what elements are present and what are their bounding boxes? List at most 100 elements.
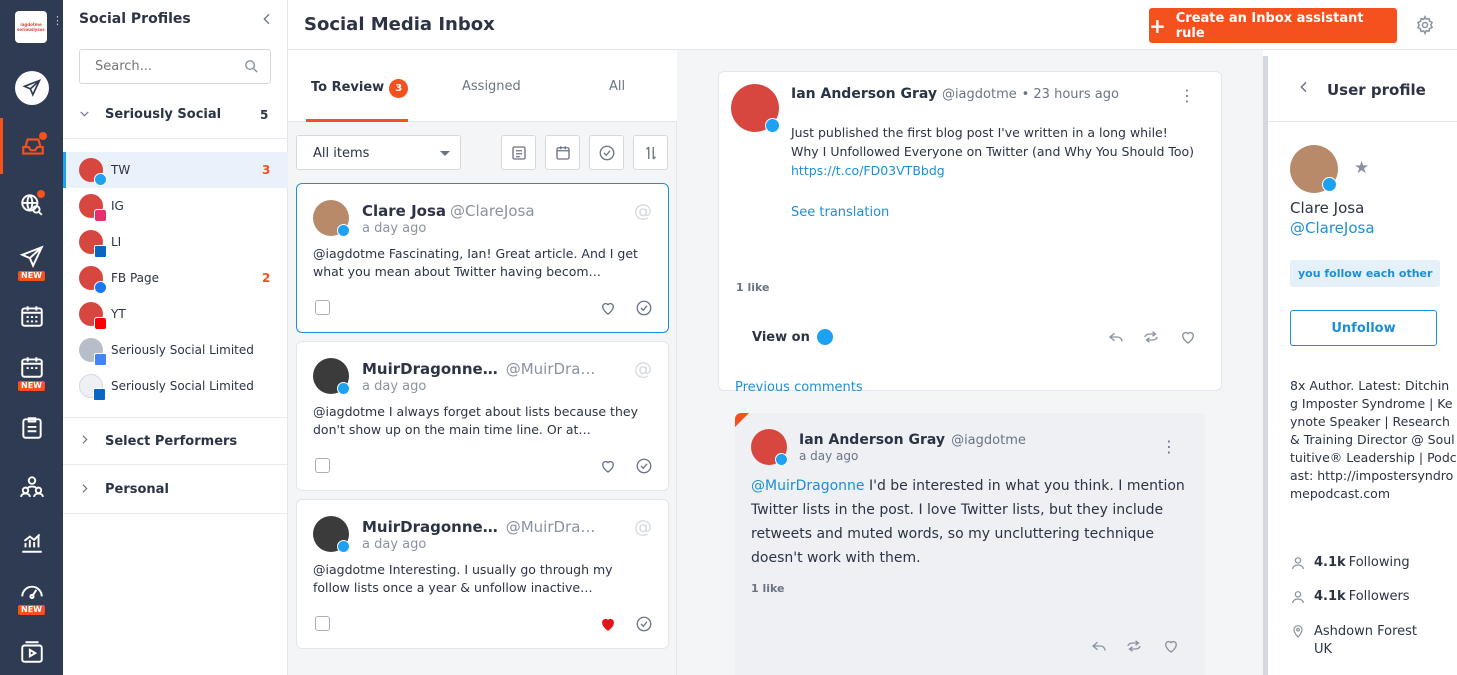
rail-tasks[interactable] [0,400,63,456]
card-time: a day ago [362,379,427,394]
card-time: a day ago [362,537,427,552]
google-business-icon [94,353,107,366]
unfollow-button[interactable]: Unfollow [1290,310,1437,346]
card-time: a day ago [362,221,427,236]
date-filter-button[interactable] [545,135,580,170]
tab-to-review[interactable]: To Review 3 [311,79,409,98]
profile-item-seriously-social-google[interactable]: Seriously Social Limited [63,332,288,368]
mark-all-done-button[interactable] [589,135,624,170]
post-likes: 1 like [736,281,770,294]
rail-reports[interactable] [0,514,63,570]
post-menu-icon[interactable]: ⋮ [1179,86,1195,105]
app-logo[interactable]: iagdotme seriouslysocial [15,11,47,43]
group-personal[interactable]: Personal [63,466,288,514]
card-handle: @ClareJosa [450,202,535,220]
comment-menu-icon[interactable]: ⋮ [1161,437,1177,456]
items-filter-select[interactable]: All items [296,135,461,170]
avatar [79,338,107,366]
location-pin-icon [1293,625,1303,638]
card-text: @iagdotme Fascinating, Ian! Great articl… [313,246,638,279]
filter-options-button[interactable] [501,135,536,170]
group-select-performers[interactable]: Select Performers [63,417,288,465]
following-stat: 4.1k Following [1290,555,1410,571]
profile-item-tw[interactable]: TW 3 [63,152,288,188]
tab-assigned[interactable]: Assigned [462,79,521,94]
heart-filled-icon[interactable] [599,615,617,633]
avatar [79,194,107,222]
check-circle-icon[interactable] [635,615,653,633]
card-checkbox[interactable] [315,458,330,473]
inbox-tabs: To Review 3 Assigned All [288,50,677,122]
inbox-card[interactable]: MuirDragonne… @MuirDra… a day ago @ @iagd… [296,499,669,649]
post-line-2: Why I Unfollowed Everyone on Twitter (an… [791,144,1195,159]
heart-icon[interactable] [1179,328,1197,346]
create-inbox-rule-button[interactable]: + Create an Inbox assistant rule [1149,8,1397,43]
card-checkbox[interactable] [315,616,330,631]
profile-item-yt[interactable]: YT [63,296,288,332]
reply-icon[interactable] [1090,637,1108,655]
card-handle: @MuirDra… [505,518,596,536]
profile-name: Seriously Social Limited [111,343,254,357]
calendar-icon [555,145,570,160]
user-profile-header: User profile [1268,72,1457,122]
profile-name: YT [111,307,126,321]
youtube-icon [94,317,107,330]
retweet-icon[interactable] [1142,328,1160,346]
comment-mention-link[interactable]: @MuirDragonne [751,478,865,494]
card-checkbox[interactable] [315,300,330,315]
bar-chart-icon [21,533,42,553]
inbox-card[interactable]: MuirDragonne… @MuirDra… a day ago @ @iagd… [296,341,669,491]
previous-comments-link[interactable]: Previous comments [735,380,863,395]
view-on-twitter-link[interactable]: View on [752,329,833,345]
rail-inbox[interactable] [0,118,63,174]
profile-item-ig[interactable]: IG [63,188,288,224]
user-profile-title: User profile [1327,81,1426,99]
sort-button[interactable] [633,135,668,170]
gear-icon[interactable] [1415,15,1435,35]
rail-performance-new[interactable]: NEW [0,568,63,624]
unread-marker [735,413,749,427]
gauge-icon [20,585,43,599]
heart-icon[interactable] [1162,637,1180,655]
group-seriously-social[interactable]: Seriously Social 5 [63,91,288,139]
rail-compose[interactable] [0,60,63,116]
profile-name: IG [111,199,124,213]
user-handle[interactable]: @ClareJosa [1290,219,1375,237]
reply-icon[interactable] [1107,328,1125,346]
check-circle-icon[interactable] [635,299,653,317]
avatar [79,230,107,258]
inbox-list: To Review 3 Assigned All All items Clare … [288,50,677,675]
app-logo-text: iagdotme seriouslysocial [17,22,45,32]
tab-all[interactable]: All [609,79,625,94]
group-name: Seriously Social [105,107,222,122]
back-arrow-icon[interactable] [1296,79,1312,95]
heart-icon[interactable] [599,299,617,317]
collapse-panel-icon[interactable] [259,11,275,31]
profile-item-fb-page[interactable]: FB Page 2 [63,260,288,296]
profiles-panel-title: Social Profiles [79,11,191,27]
rail-publish-new[interactable]: NEW [0,234,63,290]
page-header: Social Media Inbox + Create an Inbox ass… [288,0,1457,50]
star-icon[interactable]: ★ [1354,158,1369,178]
profiles-search-input[interactable] [80,50,230,83]
check-circle-icon[interactable] [635,457,653,475]
twitter-icon [337,224,350,237]
rail-team[interactable] [0,458,63,514]
post-link[interactable]: https://t.co/FD03VTBbdg [791,161,1219,180]
card-author: MuirDragonne… @MuirDra… [362,518,596,536]
heart-icon[interactable] [599,457,617,475]
profile-item-li[interactable]: LI [63,224,288,260]
profile-count: 2 [262,271,271,285]
rail-calendar[interactable] [0,288,63,344]
see-translation-link[interactable]: See translation [791,205,889,220]
chevron-right-icon [63,482,105,498]
twitter-icon [1322,177,1337,192]
profile-item-seriously-social-linkedin[interactable]: Seriously Social Limited [63,368,288,404]
inbox-card[interactable]: Clare Josa @ClareJosa a day ago @ @iagdot… [296,183,669,333]
retweet-icon[interactable] [1125,637,1143,655]
rail-listening[interactable] [0,176,63,232]
rail-more-icon[interactable]: ⋮ [52,15,63,26]
search-icon[interactable] [243,58,260,75]
rail-calendar-new[interactable]: NEW [0,344,63,400]
rail-media[interactable] [0,624,63,675]
